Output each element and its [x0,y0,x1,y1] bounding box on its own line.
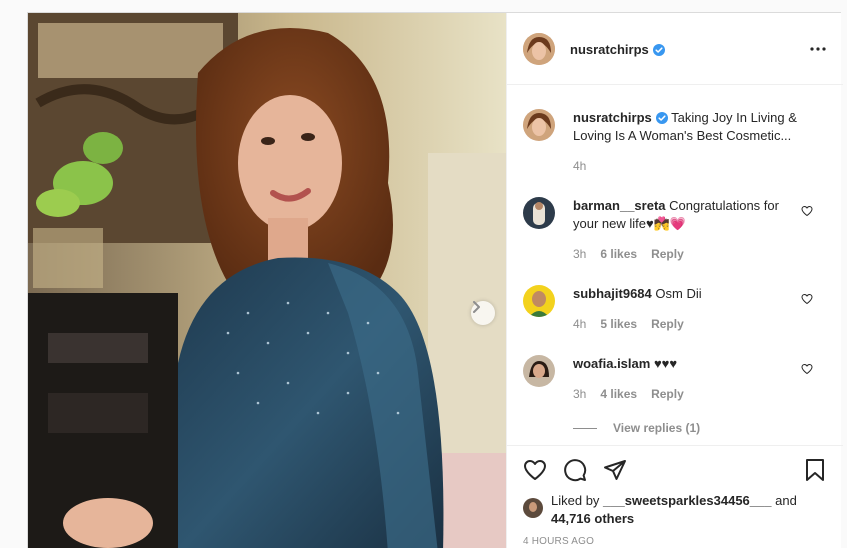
comment-item: barman__sreta Congratulations for your n… [523,197,833,267]
author-username[interactable]: nusratchirps [570,42,649,57]
likes-count[interactable]: 44,716 others [551,511,634,526]
comment-meta: 3h 4 likes Reply [573,387,698,401]
comment-time[interactable]: 4h [573,317,586,331]
comment-meta: 4h 5 likes Reply [573,317,698,331]
comment-body: ♥♥♥ [653,356,678,371]
post-photo[interactable] [28,13,506,548]
comment-item: woafia.islam ♥♥♥ 3h 4 likes Reply [523,355,833,425]
comment-time[interactable]: 3h [573,387,586,401]
comment-likes[interactable]: 4 likes [600,387,637,401]
comment-time[interactable]: 3h [573,247,586,261]
comment-text: woafia.islam ♥♥♥ [573,355,799,373]
chevron-right-icon [473,301,480,313]
comment-like-icon[interactable] [801,293,813,305]
liked-by-text: Liked by ___sweetsparkles34456___ and 44… [551,492,821,528]
verified-badge-icon [652,44,665,56]
replies-divider [573,428,597,430]
header-user: nusratchirps [570,41,665,59]
verified-badge-icon [655,112,668,124]
caption-avatar[interactable] [523,109,555,141]
avatar-image [523,355,555,387]
author-avatar[interactable] [523,33,555,65]
avatar-image [523,285,555,317]
comment-username[interactable]: woafia.islam [573,356,650,371]
post-header: nusratchirps [507,13,843,85]
avatar-image [523,33,555,65]
page-background: nusratchirps nusratchirps Taking Joy In … [0,0,847,548]
post-side-panel: nusratchirps nusratchirps Taking Joy In … [506,13,843,548]
commenter-avatar[interactable] [523,355,555,387]
comment-meta: 3h 6 likes Reply [573,247,698,261]
view-replies-label: View replies (1) [613,421,701,435]
view-replies-button[interactable]: View replies (1) [573,421,700,435]
reply-button[interactable]: Reply [651,387,684,401]
comment-username[interactable]: subhajit9684 [573,286,652,301]
post-caption: nusratchirps Taking Joy In Living & Lovi… [523,109,833,179]
comment-text: barman__sreta Congratulations for your n… [573,197,799,233]
reply-button[interactable]: Reply [651,247,684,261]
next-photo-button[interactable] [471,301,495,325]
commenter-avatar[interactable] [523,197,555,229]
more-options-button[interactable] [807,41,829,57]
heart-icon[interactable] [523,458,547,482]
bookmark-icon[interactable] [803,458,827,482]
comment-likes[interactable]: 5 likes [600,317,637,331]
comment-icon[interactable] [563,458,587,482]
reply-button[interactable]: Reply [651,317,684,331]
comment-body: Osm Dii [655,286,702,301]
share-icon[interactable] [603,458,627,482]
action-bar: Liked by ___sweetsparkles34456___ and 44… [507,445,843,548]
caption-text: nusratchirps Taking Joy In Living & Lovi… [573,109,799,145]
more-options-icon [810,47,826,51]
liked-by-joiner: and [775,493,797,508]
caption-time[interactable]: 4h [573,159,586,173]
comment-text: subhajit9684 Osm Dii [573,285,799,303]
post-card: nusratchirps nusratchirps Taking Joy In … [27,12,843,548]
avatar-image [523,197,555,229]
liked-by-user[interactable]: ___sweetsparkles34456___ [603,493,771,508]
liker-avatar[interactable] [523,498,543,518]
comment-likes[interactable]: 6 likes [600,247,637,261]
comment-like-icon[interactable] [801,205,813,217]
photo-illustration [28,13,506,548]
commenter-avatar[interactable] [523,285,555,317]
avatar-image [523,109,555,141]
liked-by-prefix: Liked by [551,493,600,508]
caption-meta: 4h [573,159,600,173]
post-timestamp[interactable]: 4 HOURS AGO [523,536,594,547]
caption-username[interactable]: nusratchirps [573,110,652,125]
comment-item: subhajit9684 Osm Dii 4h 5 likes Reply [523,285,833,355]
comment-like-icon[interactable] [801,363,813,375]
avatar-image [523,498,543,518]
comment-username[interactable]: barman__sreta [573,198,666,213]
